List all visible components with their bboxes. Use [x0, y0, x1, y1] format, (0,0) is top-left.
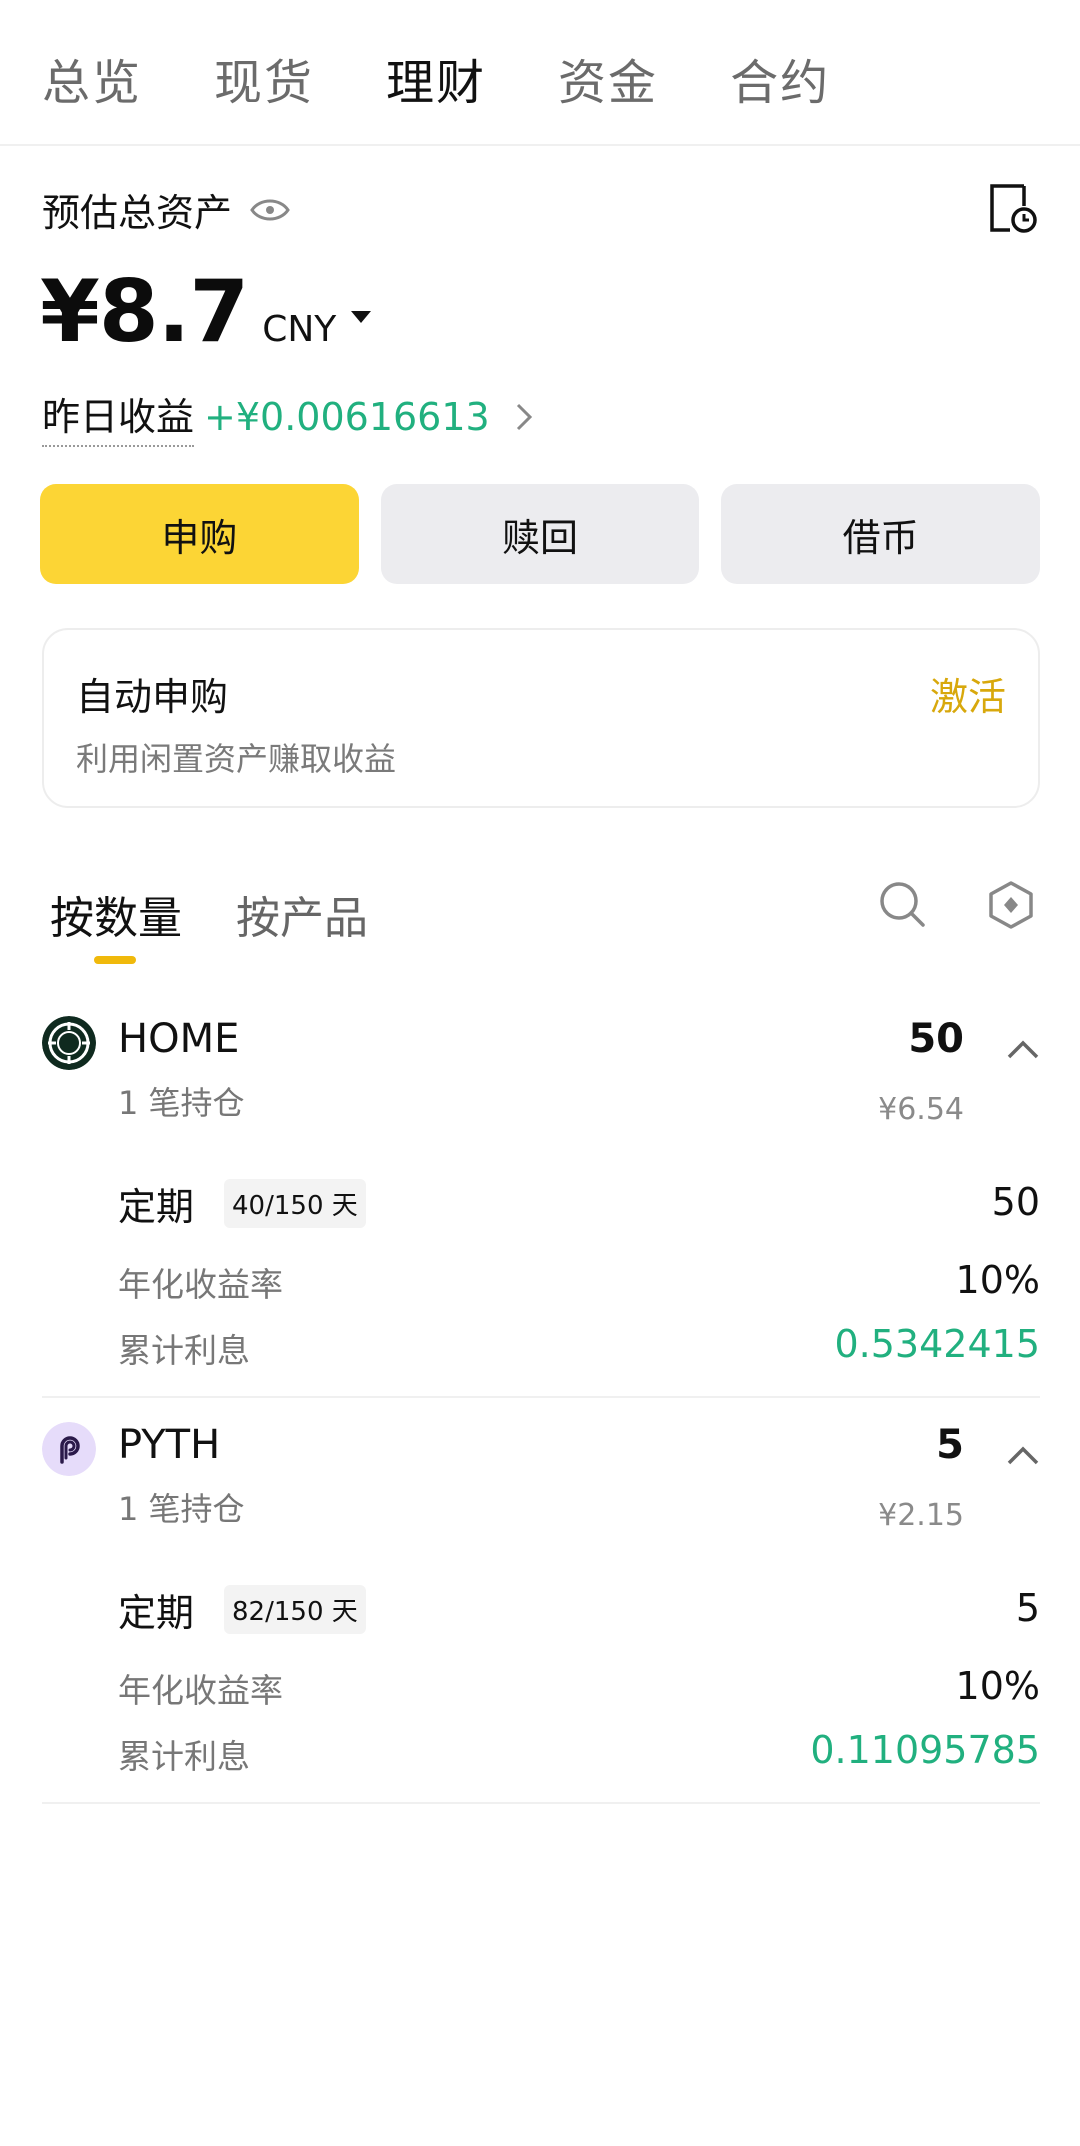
interest-value: 0.5342415 — [834, 1322, 1041, 1366]
yesterday-earnings-value: +¥0.00616613 — [204, 394, 490, 439]
settings-hex-icon[interactable] — [988, 880, 1034, 930]
divider — [42, 1802, 1040, 1804]
holding-home: HOME 1 笔持仓 50 ¥6.54 定期 40/150 天 50 年化收益率… — [0, 1016, 1080, 1396]
auto-subscribe-subtitle: 利用闲置资产赚取收益 — [76, 740, 397, 778]
tab-by-product[interactable]: 按产品 — [236, 882, 368, 946]
caret-down-icon[interactable] — [350, 310, 372, 324]
activate-button[interactable]: 激活 — [930, 666, 1006, 721]
product-type: 定期 — [118, 1591, 195, 1635]
estimated-assets-text: 预估总资产 — [42, 191, 233, 235]
product-amount: 50 — [991, 1180, 1040, 1224]
interest-label: 累计利息 — [118, 1331, 250, 1370]
coin-fiat-value: ¥2.15 — [878, 1498, 964, 1533]
coin-amount: 5 — [936, 1422, 964, 1468]
tab-spot[interactable]: 现货 — [214, 40, 314, 126]
apr-label: 年化收益率 — [118, 1265, 283, 1304]
borrow-button[interactable]: 借币 — [721, 484, 1041, 584]
holding-pyth: PYTH 1 笔持仓 5 ¥2.15 定期 82/150 天 5 年化收益率 1… — [0, 1422, 1080, 1802]
auto-subscribe-card[interactable]: 自动申购 利用闲置资产赚取收益 激活 — [42, 628, 1040, 808]
product-type: 定期 — [118, 1185, 195, 1229]
chevron-right-icon[interactable] — [514, 402, 534, 432]
product-amount: 5 — [1015, 1586, 1040, 1630]
interest-value: 0.11095785 — [810, 1728, 1040, 1772]
tab-futures[interactable]: 合约 — [730, 40, 830, 126]
yesterday-earnings[interactable]: 昨日收益 +¥0.00616613 — [42, 386, 534, 447]
product-type-row[interactable]: 定期 40/150 天 — [118, 1176, 366, 1231]
coin-fiat-value: ¥6.54 — [878, 1092, 964, 1127]
redeem-button[interactable]: 赎回 — [380, 484, 700, 584]
apr-value: 10% — [955, 1258, 1040, 1302]
divider — [42, 1396, 1040, 1398]
tab-funding[interactable]: 资金 — [558, 40, 658, 126]
currency-selector[interactable]: CNY — [262, 309, 336, 350]
pyth-coin-icon — [42, 1422, 96, 1476]
position-count: 1 笔持仓 — [118, 1490, 245, 1528]
active-tab-indicator — [94, 956, 136, 964]
coin-name: HOME — [118, 1016, 240, 1062]
tab-overview[interactable]: 总览 — [42, 40, 142, 126]
coin-name: PYTH — [118, 1422, 221, 1468]
product-type-row[interactable]: 定期 82/150 天 — [118, 1582, 366, 1637]
yesterday-earnings-label: 昨日收益 — [42, 386, 195, 447]
eye-icon[interactable] — [250, 196, 290, 224]
chevron-up-icon[interactable] — [1006, 1444, 1040, 1466]
action-buttons: 申购 赎回 借币 — [40, 484, 1041, 584]
home-coin-icon — [42, 1016, 96, 1070]
estimated-assets-label: 预估总资产 — [42, 182, 290, 237]
position-count: 1 笔持仓 — [118, 1084, 245, 1122]
days-badge: 82/150 天 — [224, 1585, 366, 1634]
subscribe-button[interactable]: 申购 — [40, 484, 359, 584]
apr-value: 10% — [955, 1664, 1040, 1708]
top-tab-bar: 总览 现货 理财 资金 合约 — [0, 40, 1080, 146]
history-icon[interactable] — [988, 182, 1038, 234]
apr-label: 年化收益率 — [118, 1671, 283, 1710]
search-icon[interactable] — [878, 880, 926, 928]
interest-label: 累计利息 — [118, 1737, 250, 1776]
chevron-up-icon[interactable] — [1006, 1038, 1040, 1060]
auto-subscribe-title: 自动申购 — [76, 675, 229, 719]
days-badge: 40/150 天 — [224, 1179, 366, 1228]
total-asset-value: ¥8.7 CNY — [40, 262, 372, 362]
tab-by-quantity[interactable]: 按数量 — [50, 882, 182, 946]
asset-amount: ¥8.7 — [40, 262, 249, 362]
tab-earn[interactable]: 理财 — [386, 40, 486, 126]
coin-amount: 50 — [908, 1016, 964, 1062]
